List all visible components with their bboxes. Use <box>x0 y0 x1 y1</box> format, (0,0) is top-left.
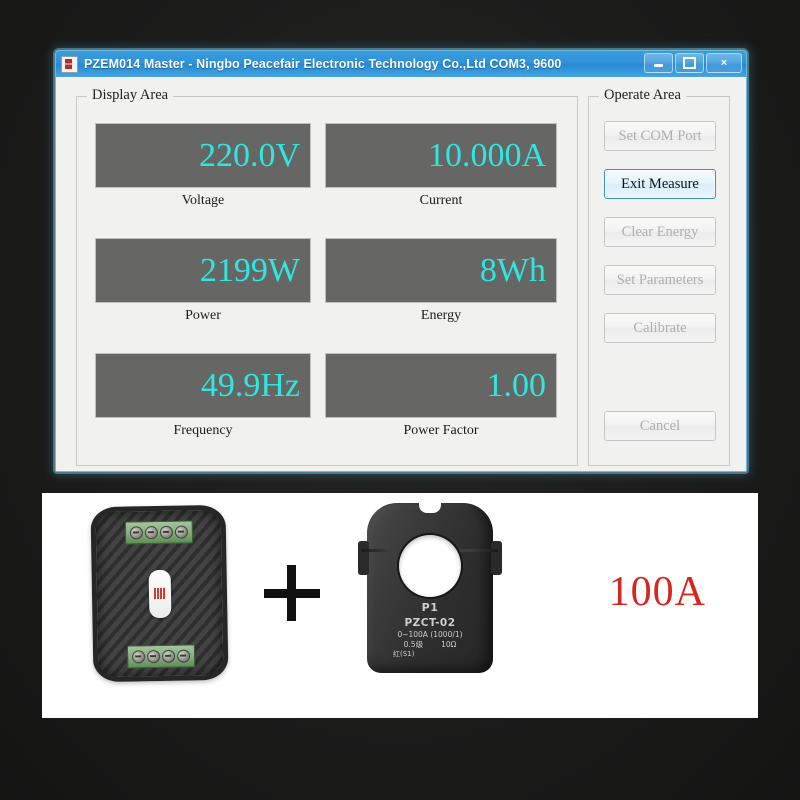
product-photo-strip: P1 PZCT-02 0~100A (1000/1) 0.5级 10Ω 红(S1… <box>42 493 758 718</box>
power-value: 2199W <box>199 251 300 289</box>
set-com-port-button[interactable]: Set COM Port <box>604 121 716 151</box>
power-factor-panel: 1.00 <box>325 353 557 418</box>
title-bar: PZEM014 Master - Ningbo Peacefair Electr… <box>56 51 746 78</box>
voltage-label: Voltage <box>181 193 225 208</box>
set-parameters-button[interactable]: Set Parameters <box>604 265 716 295</box>
application-window: PZEM014 Master - Ningbo Peacefair Electr… <box>55 50 747 472</box>
exit-measure-button[interactable]: Exit Measure <box>604 169 716 199</box>
readout-power: 2199W Power <box>95 238 311 324</box>
display-area-group: Display Area 220.0V Voltage 10.000A Curr… <box>76 87 578 466</box>
screw-icon <box>161 649 175 663</box>
power-label: Power <box>185 308 221 323</box>
readout-frequency: 49.9Hz Frequency <box>95 353 311 439</box>
ct-label-line4: 0.5级 10Ω <box>367 640 493 650</box>
ct-label-line2: PZCT-02 <box>404 616 456 629</box>
energy-panel: 8Wh <box>325 238 557 303</box>
minimize-icon <box>654 64 663 67</box>
readout-current: 10.000A Current <box>325 123 557 209</box>
frequency-panel: 49.9Hz <box>95 353 311 418</box>
screw-icon <box>144 526 158 540</box>
plus-sign-icon <box>264 565 320 621</box>
app-icon <box>61 55 78 73</box>
screw-icon <box>131 650 145 664</box>
current-value: 10.000A <box>427 136 546 174</box>
ct-label-line5: 红(S1) <box>393 650 415 659</box>
ct-label-accuracy: 0.5级 <box>403 640 424 650</box>
power-factor-label: Power Factor <box>403 423 479 438</box>
readout-voltage: 220.0V Voltage <box>95 123 311 209</box>
screw-icon <box>159 525 173 539</box>
ct-ear-right <box>491 541 502 575</box>
terminal-block-top <box>124 520 193 545</box>
client-area: Display Area 220.0V Voltage 10.000A Curr… <box>56 77 746 471</box>
power-factor-value: 1.00 <box>486 366 547 404</box>
frequency-label: Frequency <box>173 423 233 438</box>
ct-ear-left <box>358 541 369 575</box>
rating-caption: 100A <box>608 569 706 615</box>
ct-label-line1: P1 <box>421 601 439 614</box>
terminal-block-bottom <box>126 644 195 669</box>
voltage-value: 220.0V <box>198 136 300 174</box>
current-label: Current <box>419 193 463 208</box>
close-icon: × <box>720 57 728 69</box>
energy-label: Energy <box>420 308 462 323</box>
screw-icon <box>146 650 160 664</box>
module-label <box>148 569 171 618</box>
frequency-value: 49.9Hz <box>200 366 300 404</box>
operate-area-group: Operate Area Set COM Port Exit Measure C… <box>588 87 730 466</box>
clear-energy-button[interactable]: Clear Energy <box>604 217 716 247</box>
energy-value: 8Wh <box>479 251 546 289</box>
brand-logo-icon <box>153 587 166 600</box>
close-button[interactable]: × <box>706 53 742 73</box>
voltage-panel: 220.0V <box>95 123 311 188</box>
pzem-module-photo <box>90 504 229 683</box>
display-area-title: Display Area <box>87 87 174 104</box>
ct-clamp-photo: P1 PZCT-02 0~100A (1000/1) 0.5级 10Ω 红(S1… <box>358 501 502 673</box>
minimize-button[interactable] <box>644 53 673 73</box>
ct-label-text: P1 PZCT-02 0~100A (1000/1) 0.5级 10Ω 红(S1… <box>367 601 493 660</box>
ct-notch <box>419 501 441 513</box>
window-title: PZEM014 Master - Ningbo Peacefair Electr… <box>84 57 562 71</box>
operate-area-title: Operate Area <box>599 87 686 104</box>
cancel-button[interactable]: Cancel <box>604 411 716 441</box>
ct-aperture <box>399 535 461 597</box>
screw-icon <box>129 526 143 540</box>
screw-icon <box>174 525 188 539</box>
power-panel: 2199W <box>95 238 311 303</box>
readout-energy: 8Wh Energy <box>325 238 557 324</box>
ct-label-impedance: 10Ω <box>441 640 457 650</box>
screw-icon <box>176 649 190 663</box>
maximize-button[interactable] <box>675 53 704 73</box>
maximize-icon <box>683 57 696 69</box>
calibrate-button[interactable]: Calibrate <box>604 313 716 343</box>
ct-label-line3: 0~100A (1000/1) <box>397 630 463 640</box>
window-controls: × <box>644 53 742 73</box>
current-panel: 10.000A <box>325 123 557 188</box>
readout-power-factor: 1.00 Power Factor <box>325 353 557 439</box>
